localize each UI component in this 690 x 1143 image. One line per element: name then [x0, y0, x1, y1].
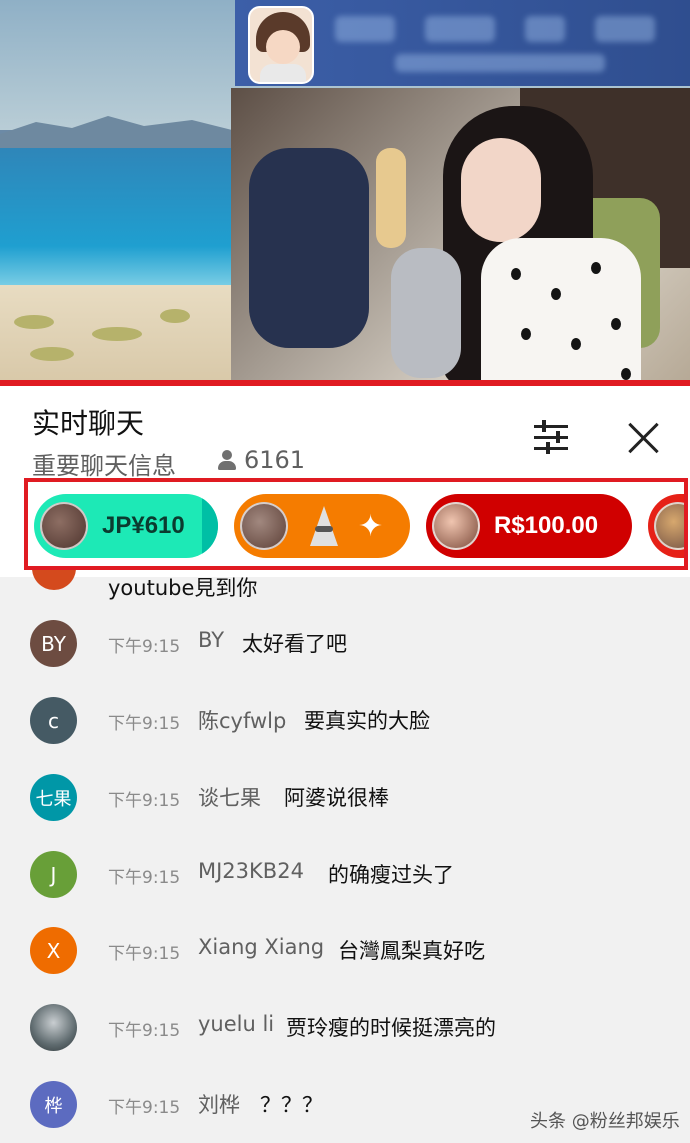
avatar[interactable]: X	[30, 927, 77, 974]
streamer-cartoon-avatar	[248, 6, 314, 84]
chat-message[interactable]: 下午9:15 yuelu li 贾玲瘦的时候挺漂亮的	[0, 998, 690, 1058]
message-text: 贾玲瘦的时候挺漂亮的	[286, 1016, 496, 1040]
chat-message[interactable]: J 下午9:15 MJ23KB24 的确瘦过头了	[0, 845, 690, 905]
highlight-border	[0, 380, 690, 386]
streamer-face	[461, 138, 541, 242]
banner-blurred-text	[395, 54, 605, 72]
message-time: 下午9:15	[108, 637, 181, 657]
ticker-chip[interactable]: R$100.00	[426, 494, 632, 558]
bush	[30, 347, 74, 361]
super-sticker-icon	[304, 504, 344, 548]
chat-message[interactable]: BY 下午9:15 BY 太好看了吧	[0, 614, 690, 674]
sliders-icon[interactable]	[530, 418, 572, 458]
ticker-amount: JP¥610	[102, 512, 185, 539]
banner-blurred-text	[425, 16, 495, 42]
bush	[160, 309, 190, 323]
watermark: 头条 @粉丝邦娱乐	[530, 1111, 680, 1132]
chat-title: 实时聊天	[32, 407, 145, 440]
lava-lamp	[376, 148, 406, 248]
chat-mode-selector[interactable]: 重要聊天信息	[32, 446, 176, 481]
message-time: 下午9:15	[108, 868, 181, 888]
avatar[interactable]: c	[30, 697, 77, 744]
person-icon	[216, 449, 238, 471]
avatar[interactable]: 桦	[30, 1081, 77, 1128]
message-time: 下午9:15	[108, 714, 181, 734]
avatar[interactable]	[32, 570, 76, 590]
background-sea	[0, 148, 240, 288]
sparkle-icon: ✦	[358, 508, 384, 544]
avatar[interactable]: J	[30, 851, 77, 898]
message-time: 下午9:15	[108, 1098, 181, 1118]
message-time: 下午9:15	[108, 1021, 181, 1041]
author-name[interactable]: 陈cyfwlp	[198, 705, 286, 735]
streamer-camera-feed	[231, 88, 690, 382]
message-text: 太好看了吧	[242, 632, 347, 656]
ticker-chip[interactable]: JP¥610	[34, 494, 218, 558]
ticker-amount: R$100.00	[494, 512, 599, 539]
video-player[interactable]	[0, 0, 690, 382]
avatar-photo[interactable]	[30, 1004, 77, 1051]
ticker-chip[interactable]	[648, 494, 684, 558]
message-text: youtube見到你	[108, 576, 258, 600]
streamer-polka-dot-top	[481, 238, 641, 382]
donor-avatar	[432, 502, 480, 550]
message-text: 的确瘦过头了	[328, 863, 454, 887]
bush	[92, 327, 142, 341]
author-name[interactable]: yuelu li	[198, 1012, 274, 1036]
author-name[interactable]: Xiang Xiang	[198, 935, 324, 959]
author-name[interactable]: BY	[198, 628, 224, 652]
bush	[14, 315, 54, 329]
background-beach	[0, 285, 240, 382]
message-time: 下午9:15	[108, 791, 181, 811]
viewer-count: 6161	[216, 446, 305, 474]
teddy-bear	[249, 148, 369, 348]
donor-avatar	[240, 502, 288, 550]
viewer-count-value: 6161	[244, 446, 306, 474]
message-text: 阿婆说很棒	[284, 786, 389, 810]
avatar[interactable]: 七果	[30, 774, 77, 821]
author-name[interactable]: MJ23KB24	[198, 859, 304, 883]
chat-message-partial[interactable]: youtube見到你	[0, 570, 690, 604]
chat-message[interactable]: c 下午9:15 陈cyfwlp 要真实的大脸	[0, 691, 690, 751]
author-name[interactable]: 谈七果	[198, 782, 261, 812]
banner-blurred-text	[525, 16, 565, 42]
chat-message[interactable]: X 下午9:15 Xiang Xiang 台灣鳳梨真好吃	[0, 921, 690, 981]
message-time: 下午9:15	[108, 944, 181, 964]
author-name[interactable]: 刘桦	[198, 1089, 240, 1119]
donor-avatar	[40, 502, 88, 550]
close-icon[interactable]	[624, 418, 664, 458]
super-chat-ticker: JP¥610 ✦ R$100.00	[24, 478, 688, 570]
ticker-progress	[202, 494, 218, 558]
message-text: ？？？	[260, 1093, 323, 1117]
chat-message[interactable]: 七果 下午9:15 谈七果 阿婆说很棒	[0, 768, 690, 828]
message-text: 台灣鳳梨真好吃	[338, 939, 485, 963]
avatar[interactable]: BY	[30, 620, 77, 667]
banner-blurred-text	[335, 16, 395, 42]
donor-avatar	[654, 502, 684, 550]
ticker-chip-sticker[interactable]: ✦	[234, 494, 410, 558]
microphone	[391, 248, 461, 378]
message-text: 要真实的大脸	[304, 709, 430, 733]
banner-blurred-text	[595, 16, 655, 42]
